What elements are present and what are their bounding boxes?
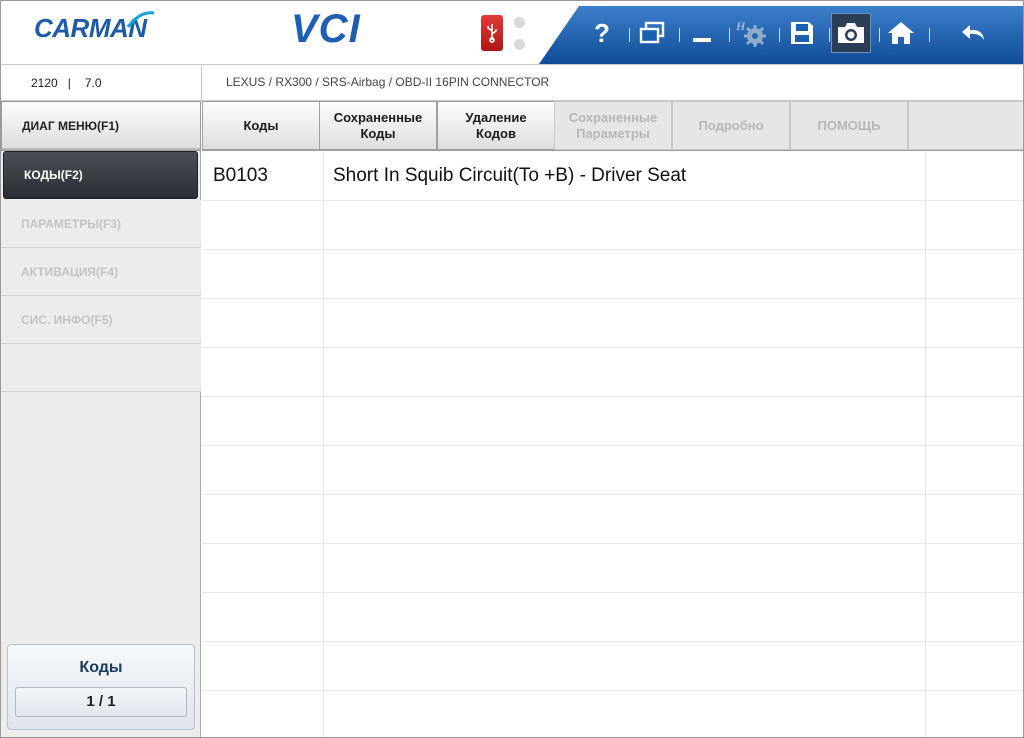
code-counter: Коды 1 / 1	[7, 644, 195, 730]
settings-icon: H	[735, 19, 766, 47]
tab-clear-codes[interactable]: Удаление Кодов	[437, 101, 555, 150]
app-window: CARMAN VCI ? H 2120 | 7.0 LEXUS / RX300 …	[0, 0, 1024, 738]
home-icon	[888, 22, 914, 44]
table-row	[202, 642, 1023, 691]
breadcrumb: LEXUS / RX300 / SRS-Airbag / OBD-II 16PI…	[226, 75, 550, 89]
status-led-1	[514, 17, 525, 28]
help-button[interactable]: ?	[582, 13, 622, 53]
info-bar: 2120 | 7.0 LEXUS / RX300 / SRS-Airbag / OB…	[1, 64, 1023, 101]
product-logo: VCI	[291, 7, 361, 51]
sidebar-item-label: ПАРАМЕТРЫ(F3)	[21, 216, 121, 231]
tab-saved-codes[interactable]: Сохраненные Коды	[319, 101, 437, 150]
toolbar-separator	[929, 28, 930, 42]
toolbar-separator	[879, 28, 880, 42]
table-row	[202, 250, 1023, 299]
version-right: 7.0	[84, 76, 102, 90]
dtc-code: B0103	[213, 165, 268, 186]
save-button[interactable]	[782, 13, 822, 53]
dtc-description: Short In Squib Circuit(To +B) - Driver S…	[333, 165, 687, 186]
status-led-2	[514, 39, 525, 50]
toolbar-separator	[629, 28, 630, 42]
table-row	[202, 691, 1023, 737]
tab-label-line2: Параметры	[576, 125, 650, 141]
table-row	[202, 544, 1023, 593]
version-info: 2120 | 7.0	[31, 76, 102, 90]
toolbar-separator	[829, 28, 830, 42]
tab-label: Сохраненные	[568, 109, 658, 125]
sidebar-item-label: ДИАГ МЕНЮ(F1)	[22, 119, 120, 133]
sidebar-item-label: СИС. ИНФО(F5)	[21, 312, 113, 327]
tab-label-line2: Кодов	[476, 125, 516, 141]
tab-saved-parameters: Сохраненные Параметры	[554, 101, 672, 150]
table-row[interactable]: B0103 Short In Squib Circuit(To +B) - Dr…	[202, 152, 1023, 201]
minimize-icon	[693, 38, 711, 42]
tab-label-line2: Коды	[360, 125, 396, 141]
sidebar-item-activation: АКТИВАЦИЯ(F4)	[1, 248, 201, 296]
logo-swoosh-icon	[126, 11, 155, 28]
settings-button[interactable]: H	[732, 13, 772, 53]
back-button[interactable]	[954, 13, 994, 53]
window-switch-button[interactable]	[632, 13, 672, 53]
table-row	[202, 495, 1023, 544]
minimize-button[interactable]	[682, 13, 722, 53]
toolbar-separator	[729, 28, 730, 42]
screenshot-button[interactable]	[831, 13, 871, 53]
counter-title: Коды	[79, 659, 123, 676]
tab-details: Подробно	[672, 101, 790, 150]
sidebar-item-label: КОДЫ(F2)	[24, 168, 83, 182]
windows-icon	[639, 21, 665, 44]
codes-table: B0103 Short In Squib Circuit(To +B) - Dr…	[202, 152, 1023, 737]
table-row	[202, 201, 1023, 250]
sidebar-item-sys-info: СИС. ИНФО(F5)	[1, 296, 201, 344]
sidebar-item-codes[interactable]: КОДЫ(F2)	[3, 151, 198, 199]
info-divider	[201, 65, 202, 101]
version-separator: |	[67, 76, 71, 90]
sidebar-item-empty	[1, 344, 201, 392]
table-row	[202, 348, 1023, 397]
table-row	[202, 397, 1023, 446]
camera-icon	[838, 23, 864, 43]
back-icon	[962, 25, 984, 40]
table-row	[202, 299, 1023, 348]
sidebar-item-parameters: ПАРАМЕТРЫ(F3)	[1, 200, 201, 248]
usb-connection-icon	[481, 15, 503, 51]
counter-value: 1 / 1	[15, 687, 187, 717]
tab-label: Удаление	[465, 109, 527, 125]
help-icon: ?	[594, 17, 610, 48]
tab-label: Сохраненные	[333, 109, 423, 125]
function-tabs: Коды Сохраненные Коды Удаление Кодов Сохра…	[202, 101, 1023, 151]
tab-codes[interactable]: Коды	[202, 101, 320, 150]
version-left: 2120	[31, 76, 58, 90]
sidebar-item-label: АКТИВАЦИЯ(F4)	[21, 264, 118, 279]
save-icon	[791, 22, 813, 44]
sidebar-item-diag-menu[interactable]: ДИАГ МЕНЮ(F1)	[1, 101, 201, 151]
svg-text:H: H	[735, 19, 746, 33]
home-button[interactable]	[881, 13, 921, 53]
tab-empty	[908, 101, 1023, 150]
tab-help: ПОМОЩЬ	[790, 101, 908, 150]
tab-label: Коды	[243, 117, 279, 133]
toolbar-separator	[679, 28, 680, 42]
carman-logo: CARMAN	[34, 11, 155, 44]
header: CARMAN VCI ? H	[1, 1, 1023, 64]
toolbar-separator	[779, 28, 780, 42]
table-row	[202, 446, 1023, 495]
sidebar: ДИАГ МЕНЮ(F1) КОДЫ(F2) ПАРАМЕТРЫ(F3) АКТ…	[1, 101, 201, 737]
table-row	[202, 593, 1023, 642]
tab-label: ПОМОЩЬ	[817, 117, 881, 133]
tab-label: Подробно	[698, 117, 764, 133]
